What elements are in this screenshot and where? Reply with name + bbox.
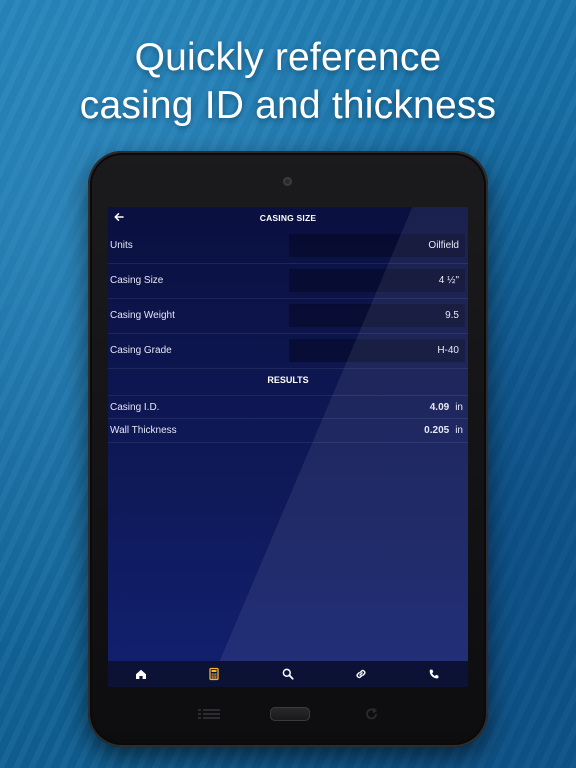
back-hardware-icon[interactable] xyxy=(364,707,380,721)
phone-tab-icon[interactable] xyxy=(426,666,442,682)
page-title: CASING SIZE xyxy=(259,213,317,223)
wall-thickness-unit: in xyxy=(455,425,463,436)
app-screen: CASING SIZE Units Oilfield Casing Size 4… xyxy=(108,207,468,687)
casing-grade-value: H-40 xyxy=(437,345,459,356)
units-label: Units xyxy=(110,240,133,251)
calculator-tab-icon[interactable] xyxy=(206,666,222,682)
camera-icon xyxy=(283,177,292,186)
casing-grade-row: Casing Grade H-40 xyxy=(108,334,468,369)
units-row: Units Oilfield xyxy=(108,229,468,264)
results-heading: RESULTS xyxy=(267,375,309,385)
units-value: Oilfield xyxy=(428,240,459,251)
wall-thickness-value-group: 0.205 in xyxy=(424,425,463,436)
search-tab-icon[interactable] xyxy=(280,666,296,682)
casing-weight-row: Casing Weight 9.5 xyxy=(108,299,468,334)
home-tab-icon[interactable] xyxy=(133,666,149,682)
units-select[interactable]: Oilfield xyxy=(289,234,465,257)
casing-size-select[interactable]: 4 ½" xyxy=(289,269,465,292)
casing-id-value-group: 4.09 in xyxy=(430,402,463,413)
casing-grade-label: Casing Grade xyxy=(110,345,172,356)
tablet-device: CASING SIZE Units Oilfield Casing Size 4… xyxy=(88,151,488,747)
wall-thickness-value: 0.205 xyxy=(424,425,450,436)
headline-line-1: Quickly reference xyxy=(134,36,442,79)
menu-button-icon[interactable] xyxy=(198,707,220,721)
casing-id-result-row: Casing I.D. 4.09 in xyxy=(108,395,468,419)
casing-weight-select[interactable]: 9.5 xyxy=(289,304,465,327)
casing-id-unit: in xyxy=(455,402,463,413)
casing-size-row: Casing Size 4 ½" xyxy=(108,264,468,299)
bottom-tab-bar xyxy=(108,661,468,687)
link-tab-icon[interactable] xyxy=(353,666,369,682)
wall-thickness-result-row: Wall Thickness 0.205 in xyxy=(108,418,468,443)
casing-weight-value: 9.5 xyxy=(445,310,459,321)
casing-id-value: 4.09 xyxy=(429,402,450,413)
casing-grade-select[interactable]: H-40 xyxy=(289,339,465,362)
top-bar: CASING SIZE xyxy=(108,207,468,229)
home-hardware-button[interactable] xyxy=(270,707,310,721)
casing-size-value: 4 ½" xyxy=(438,275,459,286)
casing-id-label: Casing I.D. xyxy=(110,402,160,413)
casing-weight-label: Casing Weight xyxy=(110,310,175,321)
headline-line-2: casing ID and thickness xyxy=(79,84,497,127)
wall-thickness-label: Wall Thickness xyxy=(110,425,177,436)
casing-size-label: Casing Size xyxy=(110,275,164,286)
headline: Quickly reference casing ID and thicknes… xyxy=(0,34,576,130)
